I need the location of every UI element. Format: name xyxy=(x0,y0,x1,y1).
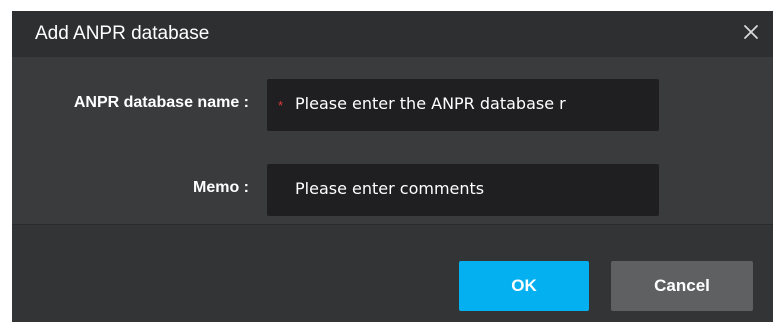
db-name-input[interactable]: * Please enter the ANPR database r xyxy=(267,79,659,131)
db-name-label: ANPR database name : xyxy=(73,94,249,111)
memo-label: Memo : xyxy=(193,179,249,196)
memo-input[interactable]: Please enter comments xyxy=(267,164,659,216)
dialog-body: ANPR database name : * Please enter the … xyxy=(12,57,773,224)
dialog-titlebar: Add ANPR database xyxy=(12,11,773,57)
dialog-title: Add ANPR database xyxy=(35,23,210,44)
required-asterisk: * xyxy=(278,98,284,113)
ok-button[interactable]: OK xyxy=(459,261,589,311)
cancel-button[interactable]: Cancel xyxy=(611,261,753,311)
dialog-footer: OK Cancel xyxy=(12,224,773,322)
close-icon[interactable] xyxy=(739,20,763,44)
add-anpr-database-dialog: Add ANPR database ANPR database name : *… xyxy=(12,11,773,322)
db-name-row: ANPR database name : * Please enter the … xyxy=(12,79,773,131)
db-name-placeholder: Please enter the ANPR database r xyxy=(295,94,566,113)
memo-row: Memo : Please enter comments xyxy=(12,164,773,216)
memo-placeholder: Please enter comments xyxy=(295,179,485,198)
